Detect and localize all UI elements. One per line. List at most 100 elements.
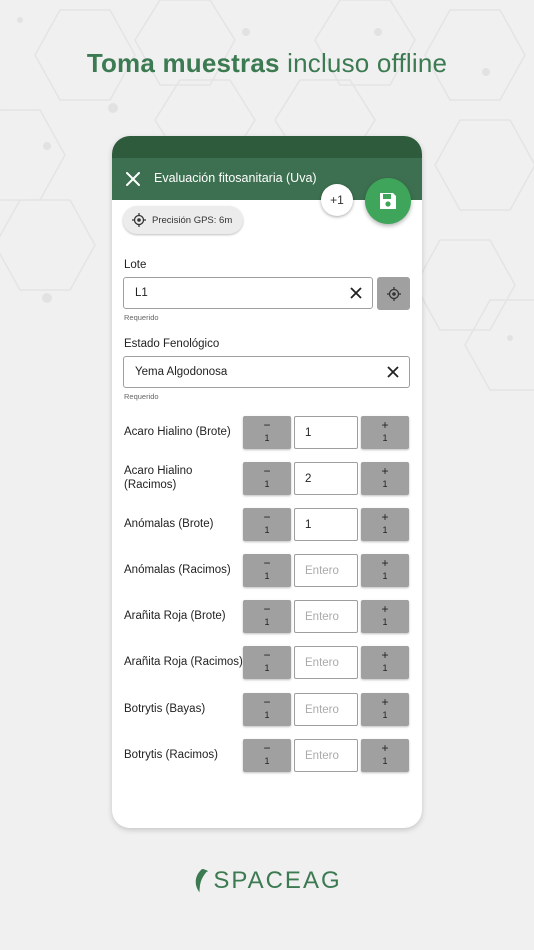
increment-button[interactable]: +1	[361, 554, 409, 587]
status-bar	[112, 136, 422, 158]
phone-screen: Evaluación fitosanitaria (Uva) +1 Precis…	[112, 136, 422, 828]
step-value: 1	[382, 571, 388, 581]
decrement-button[interactable]: −1	[243, 646, 291, 679]
step-value: 1	[264, 663, 270, 673]
count-input[interactable]: Entero	[294, 646, 358, 679]
lote-field[interactable]: L1	[123, 277, 373, 309]
row-label: Arañita Roja (Racimos)	[124, 656, 243, 668]
headline-bold: Toma muestras	[86, 48, 280, 78]
step-value: 1	[382, 710, 388, 720]
step-value: 1	[382, 433, 388, 443]
minus-symbol: −	[263, 695, 271, 709]
step-value: 1	[382, 756, 388, 766]
increment-button[interactable]: +1	[361, 508, 409, 541]
increment-button[interactable]: +1	[361, 462, 409, 495]
increment-button[interactable]: +1	[361, 693, 409, 726]
headline-rest: incluso offline	[287, 48, 448, 78]
decrement-button[interactable]: −1	[243, 508, 291, 541]
pending-count-badge[interactable]: +1	[321, 184, 353, 216]
lote-value: L1	[135, 287, 148, 299]
decrement-button[interactable]: −1	[243, 416, 291, 449]
estado-help: Requerido	[124, 392, 159, 401]
increment-button[interactable]: +1	[361, 739, 409, 772]
estado-field[interactable]: Yema Algodonosa	[123, 356, 410, 388]
minus-symbol: −	[263, 510, 271, 524]
count-value: 2	[305, 473, 312, 485]
estado-label: Estado Fenológico	[124, 338, 220, 350]
minus-symbol: −	[263, 602, 271, 616]
row-label: Anómalas (Racimos)	[124, 564, 231, 576]
count-placeholder: Entero	[305, 565, 339, 577]
count-input[interactable]: Entero	[294, 554, 358, 587]
minus-symbol: −	[263, 741, 271, 755]
row-label: Acaro Hialino (Racimos)	[124, 465, 193, 491]
step-value: 1	[264, 571, 270, 581]
step-value: 1	[264, 525, 270, 535]
estado-value: Yema Algodonosa	[135, 366, 228, 378]
count-input[interactable]: 1	[294, 416, 358, 449]
minus-symbol: −	[263, 556, 271, 570]
headline: Toma muestras incluso offline	[0, 48, 534, 79]
increment-button[interactable]: +1	[361, 600, 409, 633]
count-value: 1	[305, 427, 312, 439]
minus-symbol: −	[263, 648, 271, 662]
brand-logo: SPACEAG	[0, 866, 534, 896]
count-input[interactable]: Entero	[294, 739, 358, 772]
gps-accuracy-chip[interactable]: Precisión GPS: 6m	[123, 206, 243, 234]
plus-symbol: +	[381, 695, 389, 709]
gps-target-icon	[132, 213, 146, 227]
count-input[interactable]: Entero	[294, 693, 358, 726]
plus-symbol: +	[381, 741, 389, 755]
lote-label: Lote	[124, 259, 147, 271]
row-label: Botrytis (Bayas)	[124, 703, 206, 715]
row-label: Anómalas (Brote)	[124, 518, 214, 530]
close-button[interactable]	[122, 168, 144, 190]
close-icon	[126, 172, 140, 186]
increment-button[interactable]: +1	[361, 646, 409, 679]
clear-lote-icon[interactable]	[349, 286, 363, 300]
row-label: Arañita Roja (Brote)	[124, 610, 226, 622]
count-placeholder: Entero	[305, 657, 339, 669]
plus-symbol: +	[381, 510, 389, 524]
decrement-button[interactable]: −1	[243, 462, 291, 495]
save-icon	[380, 193, 396, 209]
leaf-icon	[196, 869, 209, 894]
plus-symbol: +	[381, 418, 389, 432]
count-placeholder: Entero	[305, 704, 339, 716]
gps-target-icon	[386, 286, 401, 301]
lote-help: Requerido	[124, 313, 159, 322]
minus-symbol: −	[263, 464, 271, 478]
plus-symbol: +	[381, 464, 389, 478]
app-bar-title: Evaluación fitosanitaria (Uva)	[154, 171, 317, 185]
minus-symbol: −	[263, 418, 271, 432]
count-input[interactable]: Entero	[294, 600, 358, 633]
count-placeholder: Entero	[305, 750, 339, 762]
step-value: 1	[382, 525, 388, 535]
step-value: 1	[382, 617, 388, 627]
step-value: 1	[382, 479, 388, 489]
plus-symbol: +	[381, 602, 389, 616]
decrement-button[interactable]: −1	[243, 554, 291, 587]
step-value: 1	[382, 663, 388, 673]
count-input[interactable]: 1	[294, 508, 358, 541]
plus-symbol: +	[381, 556, 389, 570]
step-value: 1	[264, 433, 270, 443]
count-placeholder: Entero	[305, 611, 339, 623]
brand-name: SPACEAG	[213, 867, 342, 894]
count-input[interactable]: 2	[294, 462, 358, 495]
row-label: Acaro Hialino (Brote)	[124, 426, 231, 438]
gps-accuracy-label: Precisión GPS: 6m	[152, 214, 233, 226]
step-value: 1	[264, 617, 270, 627]
count-value: 1	[305, 519, 312, 531]
decrement-button[interactable]: −1	[243, 693, 291, 726]
step-value: 1	[264, 756, 270, 766]
step-value: 1	[264, 479, 270, 489]
decrement-button[interactable]: −1	[243, 600, 291, 633]
locate-lote-button[interactable]	[377, 277, 410, 310]
step-value: 1	[264, 710, 270, 720]
clear-estado-icon[interactable]	[386, 365, 400, 379]
increment-button[interactable]: +1	[361, 416, 409, 449]
save-button[interactable]	[365, 178, 411, 224]
decrement-button[interactable]: −1	[243, 739, 291, 772]
row-label: Botrytis (Racimos)	[124, 749, 218, 761]
